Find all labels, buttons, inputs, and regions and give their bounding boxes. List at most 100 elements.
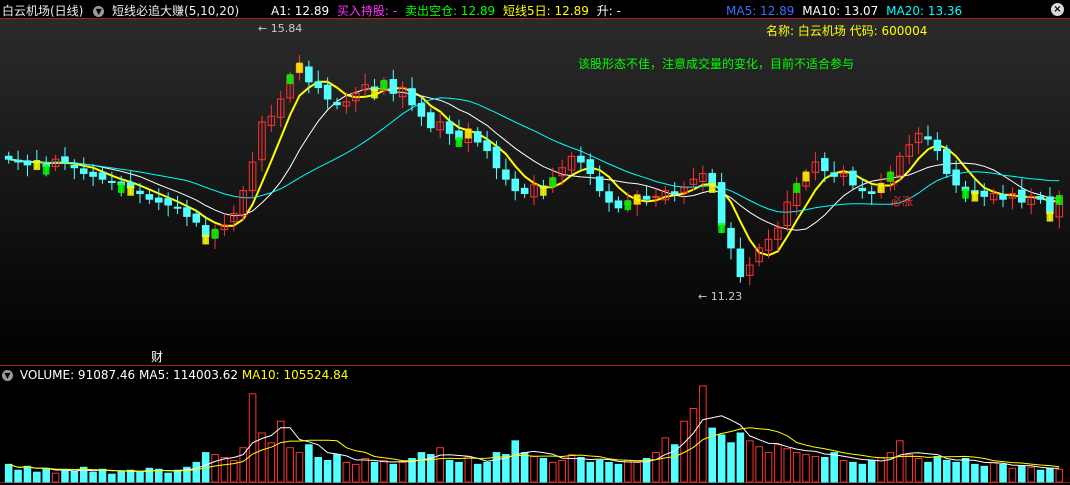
candle-body: [727, 227, 735, 249]
candle-body: [192, 213, 201, 223]
chevron-down-icon[interactable]: ▼: [2, 370, 13, 381]
volume-bar: [821, 457, 829, 483]
volume-bar: [108, 473, 116, 483]
short5-value: 短线5日: 12.89: [503, 4, 589, 18]
candle-body: [408, 88, 416, 106]
volume-bar: [961, 457, 970, 483]
signal-bar: [371, 88, 378, 99]
candle-body: [586, 159, 595, 174]
sell-value: 卖出空仓: 12.89: [404, 4, 496, 18]
signal-bar: [380, 79, 388, 90]
volume-bar: [595, 459, 604, 483]
candle-body: [736, 248, 745, 278]
signal-bar: [211, 228, 219, 239]
volume-bar: [539, 457, 548, 483]
signal-bar: [127, 185, 134, 196]
candle-body: [108, 180, 116, 183]
volume-bar: [154, 468, 163, 483]
volume-bar: [858, 463, 867, 483]
candle-body: [389, 79, 398, 94]
volume-bar: [980, 465, 989, 483]
a1-value: A1: 12.89: [271, 4, 330, 18]
signal-bar: [1046, 211, 1054, 222]
candle-body: [999, 194, 1007, 200]
volume-bar: [830, 452, 838, 483]
volume-bar: [192, 461, 201, 483]
high-price-label: ← 15.84: [258, 22, 302, 35]
chevron-down-icon[interactable]: ▼: [93, 6, 105, 17]
candle-body: [858, 187, 867, 192]
candle-body: [867, 191, 876, 195]
signal-bar: [117, 182, 125, 193]
buy-value: 买入持股: -: [336, 4, 398, 18]
volume-bar: [389, 463, 398, 483]
volume-bar: [952, 461, 960, 483]
candle-body: [595, 176, 604, 192]
volume-bar: [999, 463, 1007, 483]
candle-body: [473, 131, 482, 143]
candle-body: [942, 148, 951, 174]
volume-bar: [333, 454, 341, 483]
volume-bar: [61, 469, 69, 483]
volume-bar: [511, 440, 520, 483]
candle-body: [483, 140, 491, 152]
candle-body: [511, 178, 520, 192]
candle-body: [1018, 189, 1026, 203]
candle-body: [136, 190, 144, 195]
volume-bar: [14, 469, 22, 483]
candle-body: [61, 156, 69, 163]
signal-bar: [33, 160, 41, 171]
bizhang-label: 必涨: [891, 195, 913, 208]
volume-bar: [867, 459, 876, 483]
signal-bar: [202, 234, 209, 245]
candle-body: [89, 171, 97, 177]
volume-bar: [164, 472, 172, 483]
volume-bar: [370, 461, 379, 483]
volume-bar: [586, 461, 595, 483]
candle-body: [323, 84, 332, 100]
volume-bar: [614, 463, 623, 483]
candle-body: [4, 155, 13, 160]
chart-root: ← 15.84 ← 11.23 名称: 白云机场 代码: 600004 该股形态…: [0, 0, 1070, 485]
candle-body: [70, 164, 79, 169]
candle-body: [652, 195, 660, 198]
candle-body: [445, 121, 454, 134]
candle-body: [821, 158, 829, 172]
price-header: 白云机场(日线) ▼ 短线必追大赚(5,10,20) A1: 12.89 买入持…: [0, 3, 625, 19]
volume-bar: [417, 452, 426, 483]
signal-bar: [718, 222, 725, 233]
signal-bar: [540, 185, 547, 196]
signal-bar: [455, 137, 463, 148]
volume-bar: [1036, 469, 1045, 483]
volume-bar: [126, 469, 135, 483]
candle-body: [520, 187, 529, 195]
volume-bar: [1046, 467, 1054, 483]
kline-chart[interactable]: ← 15.84 ← 11.23 名称: 白云机场 代码: 600004 该股形态…: [0, 0, 1070, 485]
low-price-label: ← 11.23: [698, 290, 742, 303]
candle-body: [14, 159, 22, 163]
candle-body: [173, 206, 182, 209]
candle-body: [1046, 196, 1054, 215]
volume-bar: [314, 457, 323, 483]
volume-bar: [670, 444, 679, 483]
volume-bar: [173, 469, 182, 483]
candle-body: [145, 194, 154, 200]
ma5-value: MA5: 12.89: [726, 4, 795, 18]
stock-title[interactable]: 白云机场(日线): [2, 4, 83, 18]
volume-bar: [727, 442, 735, 483]
bizhang-arrow: ↑: [890, 180, 899, 193]
volume-bar: [70, 470, 79, 483]
candle-body: [924, 136, 932, 140]
volume-bar: [942, 459, 951, 483]
volume-bar: [933, 456, 942, 483]
close-icon[interactable]: ×: [1051, 3, 1064, 16]
candle-body: [98, 172, 107, 180]
volume-bar: [736, 432, 745, 483]
signal-bar: [42, 164, 50, 175]
signal-bar: [465, 128, 472, 139]
volume-bar: [520, 452, 529, 483]
volume-bar: [445, 459, 454, 483]
candle-body: [980, 190, 989, 197]
volume-ma10-value: MA10: 105524.84: [241, 368, 349, 382]
indicator-name[interactable]: 短线必追大赚(5,10,20): [112, 4, 239, 18]
